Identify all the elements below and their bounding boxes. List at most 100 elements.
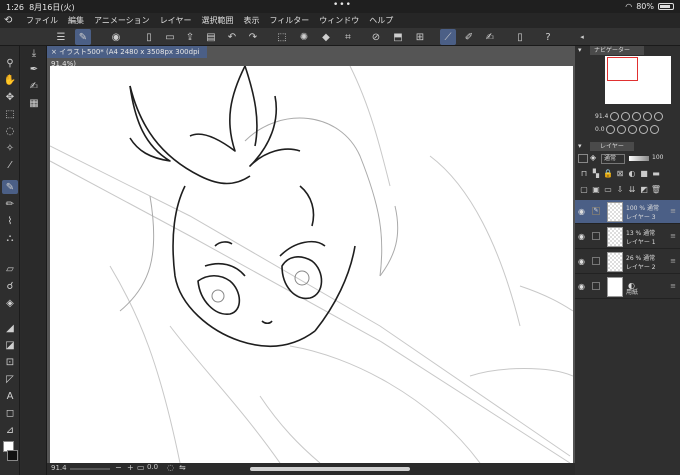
mask-icon[interactable]: ◐: [626, 169, 638, 178]
new-mask-icon[interactable]: ◩: [638, 185, 650, 194]
nav-flip-v-icon[interactable]: [650, 125, 660, 134]
crop-icon[interactable]: ⌗: [340, 29, 356, 45]
ref-icon[interactable]: ▚: [590, 169, 602, 178]
subtool-grid-icon[interactable]: ▦: [26, 98, 42, 112]
eyedropper-icon[interactable]: ⁄: [2, 158, 18, 172]
menu-window[interactable]: ウィンドウ: [319, 15, 359, 26]
fit-icon[interactable]: ▭: [137, 463, 145, 472]
palette-icon[interactable]: ▬: [650, 169, 662, 178]
edit-pen-icon[interactable]: ✎: [592, 207, 600, 215]
subtool-brush-icon[interactable]: ✍: [26, 81, 42, 95]
ruler-icon[interactable]: ⊞: [412, 29, 428, 45]
new-folder-icon[interactable]: ▭: [602, 185, 614, 194]
angle-value[interactable]: 0.0: [147, 463, 158, 471]
nav-fullscreen-icon[interactable]: [654, 112, 664, 121]
color-swatches[interactable]: [3, 441, 18, 465]
merge-icon[interactable]: ⇊: [626, 185, 638, 194]
balloon-icon[interactable]: ◻: [2, 406, 18, 420]
subtool-collapse-icon[interactable]: ⤓: [26, 48, 42, 62]
blend-icon[interactable]: ☌: [2, 279, 18, 293]
open-icon[interactable]: ▭: [162, 29, 178, 45]
flip-icon[interactable]: ⇋: [179, 463, 186, 472]
undo-icon[interactable]: ↶: [224, 29, 240, 45]
nav-rotate-right-icon[interactable]: [617, 125, 627, 134]
menu-selection[interactable]: 選択範囲: [201, 15, 233, 26]
new-raster-icon[interactable]: ▢: [578, 185, 590, 194]
deselect-icon[interactable]: ⬚: [274, 29, 290, 45]
layer-color-icon[interactable]: [578, 154, 588, 163]
layer-menu-icon[interactable]: ≡: [670, 282, 676, 290]
layer-menu-icon[interactable]: ≡: [670, 257, 676, 265]
canvas-area[interactable]: × イラスト500* (A4 2480 x 3508px 300dpi 91.4…: [47, 46, 575, 463]
text-icon[interactable]: A: [2, 389, 18, 403]
sub-color[interactable]: [7, 450, 18, 461]
opacity-value[interactable]: 100: [652, 154, 663, 161]
new-file-icon[interactable]: ▯: [141, 29, 157, 45]
delete-layer-icon[interactable]: 🗑: [650, 185, 662, 194]
eraser-icon[interactable]: ▱: [2, 262, 18, 276]
color-layer-icon[interactable]: ■: [638, 169, 650, 178]
brush-setting-icon[interactable]: ⟋: [440, 29, 456, 45]
multitask-dots[interactable]: •••: [333, 0, 352, 10]
new-vector-icon[interactable]: ▣: [590, 185, 602, 194]
hand-icon[interactable]: ✋: [2, 73, 18, 87]
lasso-icon[interactable]: ◌: [2, 124, 18, 138]
transfer-icon[interactable]: ⇩: [614, 185, 626, 194]
navigator-zoom[interactable]: 91.4: [595, 113, 608, 120]
move-icon[interactable]: ✥: [2, 90, 18, 104]
menu-file[interactable]: ファイル: [26, 15, 58, 26]
zoom-slider[interactable]: [70, 468, 110, 470]
gradient-icon[interactable]: ◢: [2, 321, 18, 335]
pen-icon[interactable]: ✎: [75, 29, 91, 45]
clear-icon[interactable]: ⊘: [368, 29, 384, 45]
fill-icon[interactable]: ◆: [318, 29, 334, 45]
document-tab[interactable]: × イラスト500* (A4 2480 x 3508px 300dpi 91.4…: [47, 46, 207, 68]
layer-check-icon[interactable]: [592, 232, 600, 240]
layer-row[interactable]: ◉ ◐ 用紙 ≡: [575, 275, 680, 299]
clip-icon[interactable]: ⊓: [578, 169, 590, 178]
navigator-preview[interactable]: [605, 56, 671, 104]
gesture-icon[interactable]: ✍: [482, 29, 498, 45]
visibility-eye-icon[interactable]: ◉: [578, 282, 588, 291]
companion-icon[interactable]: ▯: [512, 29, 528, 45]
home-indicator[interactable]: [250, 467, 410, 471]
nav-zoom-in-icon[interactable]: [621, 112, 631, 121]
wand-icon[interactable]: ✧: [2, 141, 18, 155]
layer-check-icon[interactable]: [592, 257, 600, 265]
airbrush-icon[interactable]: ⛬: [2, 231, 18, 245]
layer-menu-icon[interactable]: ≡: [670, 207, 676, 215]
nav-actual-icon[interactable]: [643, 112, 653, 121]
menu-view[interactable]: 表示: [243, 15, 259, 26]
export-icon[interactable]: ▤: [203, 29, 219, 45]
menu-help[interactable]: ヘルプ: [369, 15, 393, 26]
eye-icon[interactable]: ◉: [108, 29, 124, 45]
app-logo-icon[interactable]: ⟲: [4, 15, 20, 27]
fill-icon[interactable]: ◈: [2, 296, 18, 310]
menu-filter[interactable]: フィルター: [269, 15, 309, 26]
save-icon[interactable]: ⇪: [182, 29, 198, 45]
brush-icon[interactable]: ⌇: [2, 214, 18, 228]
layer-tab[interactable]: レイヤー: [590, 142, 634, 151]
navigator-collapse-icon[interactable]: ▾: [578, 46, 582, 54]
lock-alpha-icon[interactable]: ⊠: [614, 169, 626, 178]
stabilizer-icon[interactable]: ✐: [461, 29, 477, 45]
shape-icon[interactable]: ⬒: [390, 29, 406, 45]
pen-icon[interactable]: ✎: [2, 180, 18, 194]
figure-icon[interactable]: ◪: [2, 338, 18, 352]
menu-edit[interactable]: 編集: [68, 15, 84, 26]
zoom-in-icon[interactable]: +: [127, 463, 134, 472]
menu-layer[interactable]: レイヤー: [160, 15, 192, 26]
layer-property-icon[interactable]: ◈: [590, 153, 596, 162]
nav-reset-icon[interactable]: [628, 125, 638, 134]
zoom-out-icon[interactable]: −: [115, 463, 122, 472]
nav-rotate-left-icon[interactable]: [606, 125, 616, 134]
layer-row[interactable]: ◉ ✎ 100 % 通常 レイヤー 3 ≡: [575, 200, 680, 224]
nav-flip-h-icon[interactable]: [639, 125, 649, 134]
transform-icon[interactable]: ✺: [296, 29, 312, 45]
subtool-pen-icon[interactable]: ✒: [26, 64, 42, 78]
visibility-eye-icon[interactable]: ◉: [578, 232, 588, 241]
zoom-icon[interactable]: ⚲: [2, 56, 18, 70]
layer-collapse-icon[interactable]: ▾: [578, 142, 582, 150]
layer-row[interactable]: ◉ 26 % 通常 レイヤー 2 ≡: [575, 250, 680, 274]
layer-row[interactable]: ◉ 13 % 通常 レイヤー 1 ≡: [575, 225, 680, 249]
